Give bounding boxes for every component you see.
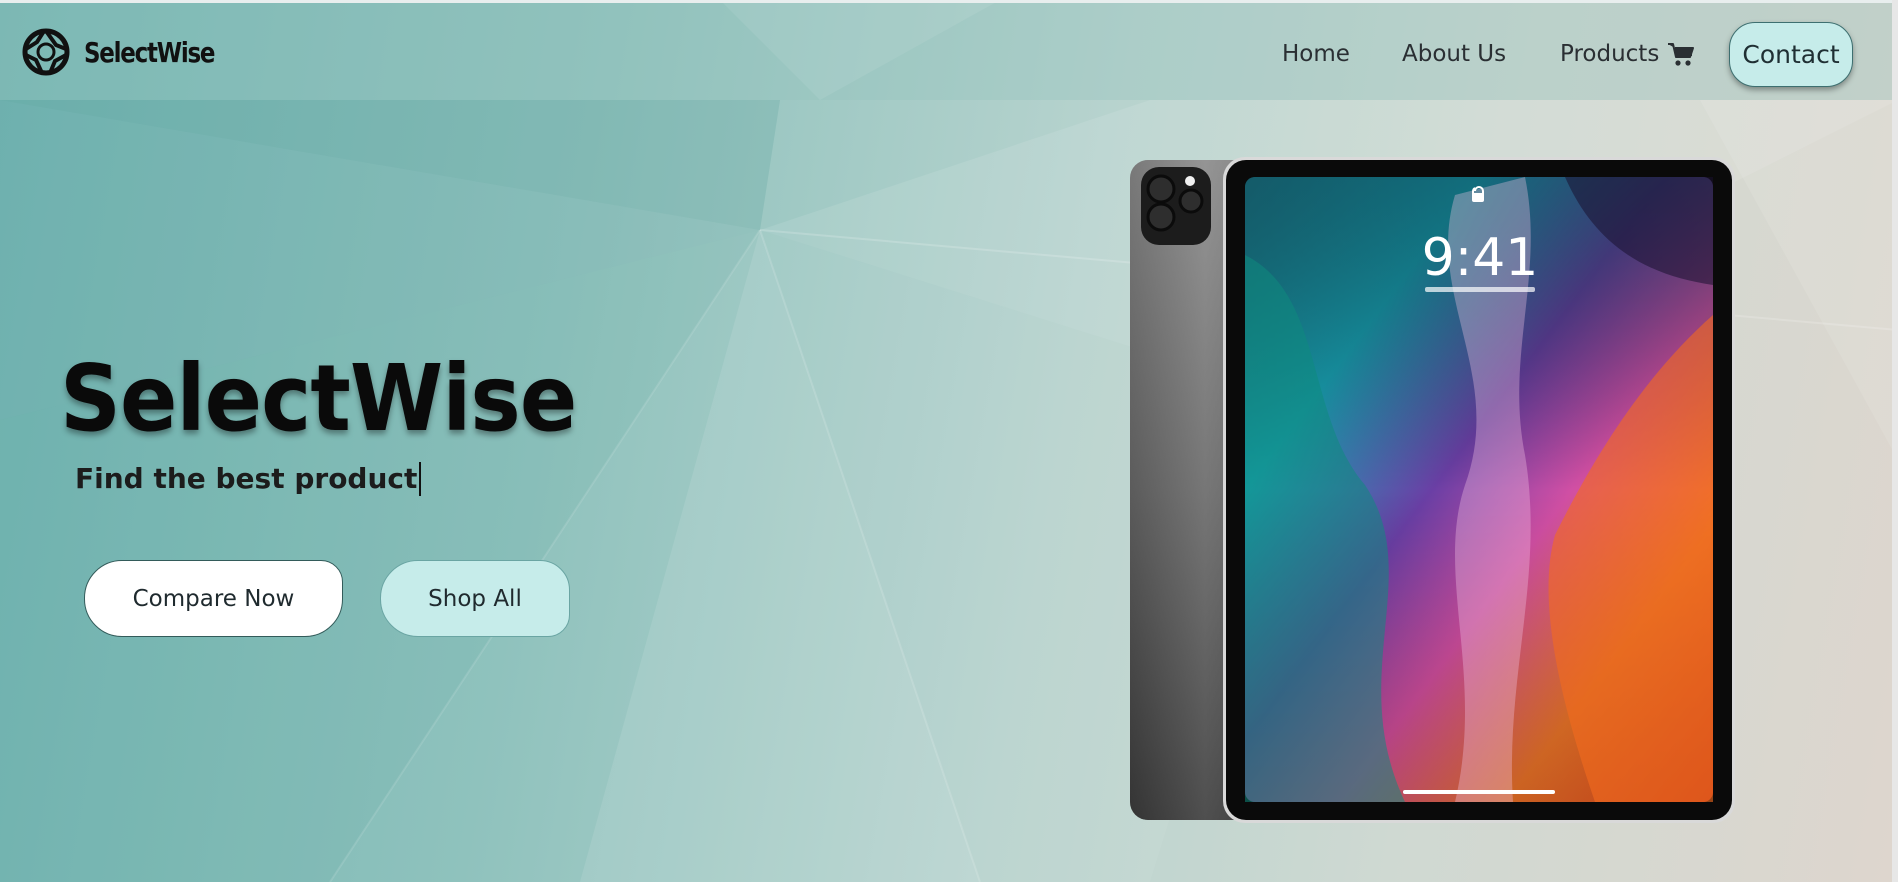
nav-link-about-us[interactable]: About Us	[1402, 41, 1506, 67]
shop-all-button[interactable]: Shop All	[380, 560, 570, 637]
brand[interactable]: SelectWise	[22, 27, 243, 77]
nav-link-products-label: Products	[1560, 41, 1660, 67]
shopping-cart-icon	[1668, 43, 1695, 66]
navbar: SelectWise Home About Us Products Contac…	[0, 0, 1898, 100]
hero-subtitle: Find the best product	[75, 462, 422, 496]
brand-name: SelectWise	[84, 35, 216, 69]
compare-now-button[interactable]: Compare Now	[84, 560, 343, 637]
page-scrollbar[interactable]	[1892, 0, 1898, 882]
tablet-lock-time: 9:41	[1422, 228, 1539, 288]
nav-link-home[interactable]: Home	[1282, 41, 1350, 67]
aperture-logo-icon	[22, 28, 70, 76]
tablet-product-image: 9:41	[1130, 157, 1735, 823]
contact-button[interactable]: Contact	[1729, 22, 1853, 87]
nav-link-products[interactable]: Products	[1560, 41, 1695, 67]
hero-title: SelectWise	[60, 345, 577, 452]
